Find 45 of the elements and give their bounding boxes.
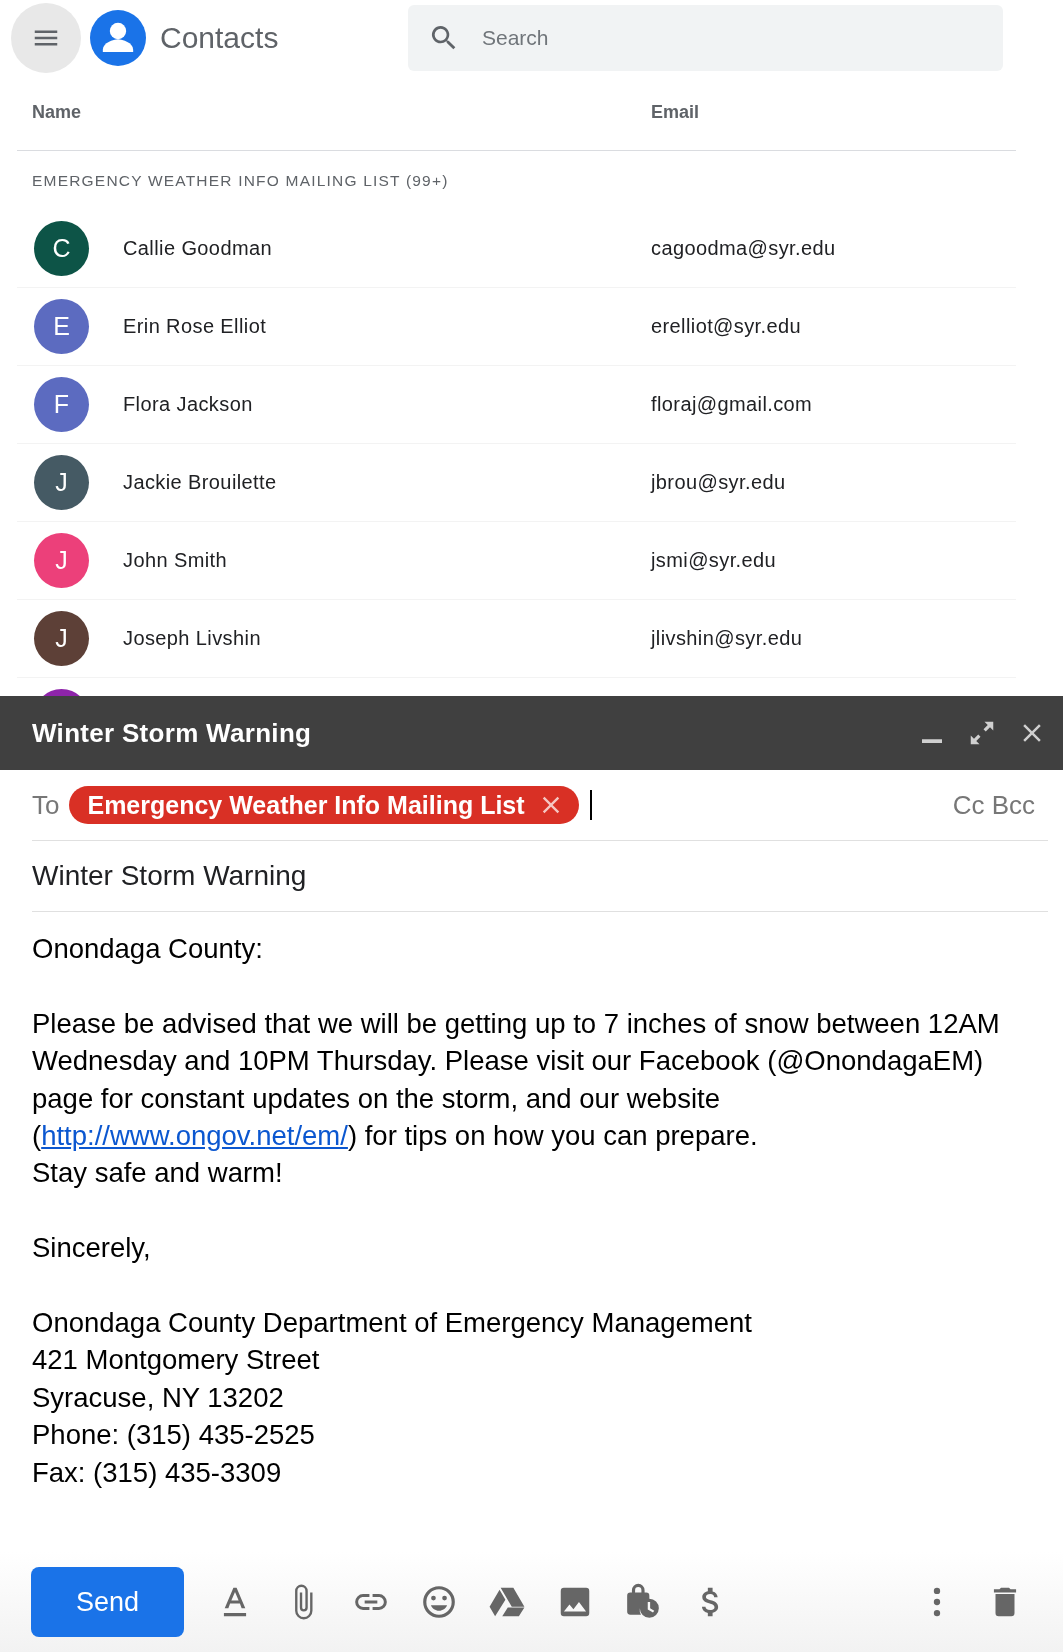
column-header: Name bbox=[31, 102, 83, 123]
to-label: To bbox=[32, 789, 60, 821]
recipient-chip[interactable]: Emergency Weather Info Mailing List bbox=[69, 786, 579, 824]
avatar: E bbox=[34, 299, 89, 354]
contact-email: erelliot@syr.edu bbox=[651, 315, 802, 338]
chip-label: Emergency Weather Info Mailing List bbox=[87, 790, 525, 820]
compose-title: Winter Storm Warning bbox=[32, 717, 313, 749]
body-text: Stay safe and warm! bbox=[32, 1156, 284, 1191]
contact-email: floraj@gmail.com bbox=[651, 393, 813, 416]
avatar: F bbox=[34, 377, 89, 432]
body-text: Sincerely, bbox=[32, 1231, 152, 1266]
body-text: 421 Montgomery Street bbox=[32, 1343, 321, 1378]
body-text: Please be advised that we will be getting up to 7 inches of snow between 12AM Wednesday and 10PM Thursday. Please visit our Facebook (@OnondagaEM) page for constant updates on the storm, and our website (http://www.ongov.net/em/) for tips on how you can prepare. bbox=[32, 1006, 1001, 1153]
contact-name: Flora Jackson bbox=[123, 393, 254, 416]
contact-name: Joseph Livshin bbox=[123, 627, 262, 650]
avatar: J bbox=[34, 611, 89, 666]
avatar: C bbox=[34, 221, 89, 276]
search-input[interactable]: Search bbox=[480, 24, 934, 51]
search-field[interactable]: Search bbox=[408, 4, 1003, 71]
contact-name: Callie Goodman bbox=[123, 237, 273, 260]
contacts-logo-icon bbox=[90, 9, 146, 66]
body-text: Fax: (315) 435-3309 bbox=[32, 1455, 283, 1490]
contact-name: Jackie Brouilette bbox=[123, 471, 278, 494]
column-header: Email bbox=[651, 102, 700, 123]
cc-bcc-link[interactable]: Cc Bcc bbox=[952, 789, 1035, 821]
avatar: J bbox=[34, 455, 89, 510]
send-button[interactable]: Send bbox=[31, 1567, 184, 1637]
section-label: EMERGENCY WEATHER INFO MAILING LIST (99+) bbox=[31, 170, 450, 191]
contact-email: jlivshin@syr.edu bbox=[651, 627, 803, 650]
contact-email: jbrou@syr.edu bbox=[651, 471, 786, 494]
app-title: Contacts bbox=[160, 20, 280, 55]
contact-name: John Smith bbox=[123, 549, 229, 572]
body-text: Phone: (315) 435-2525 bbox=[32, 1418, 316, 1453]
avatar: J bbox=[34, 533, 89, 588]
contact-email: cagoodma@syr.edu bbox=[651, 237, 836, 260]
body-text: Onondaga County Department of Emergency Management bbox=[32, 1306, 753, 1340]
body-text: Onondaga County: bbox=[32, 932, 264, 966]
contact-name: Erin Rose Elliot bbox=[123, 315, 268, 338]
body-text: Syracuse, NY 13202 bbox=[32, 1380, 285, 1415]
contact-email: jsmi@syr.edu bbox=[651, 549, 777, 572]
smiley-icon[interactable] bbox=[420, 1583, 458, 1621]
link[interactable]: http://www.ongov.net/em/ bbox=[41, 1120, 348, 1151]
text-cursor bbox=[589, 790, 592, 820]
subject-field[interactable]: Winter Storm Warning bbox=[32, 841, 1048, 912]
lock-clock-icon[interactable] bbox=[624, 1583, 662, 1621]
